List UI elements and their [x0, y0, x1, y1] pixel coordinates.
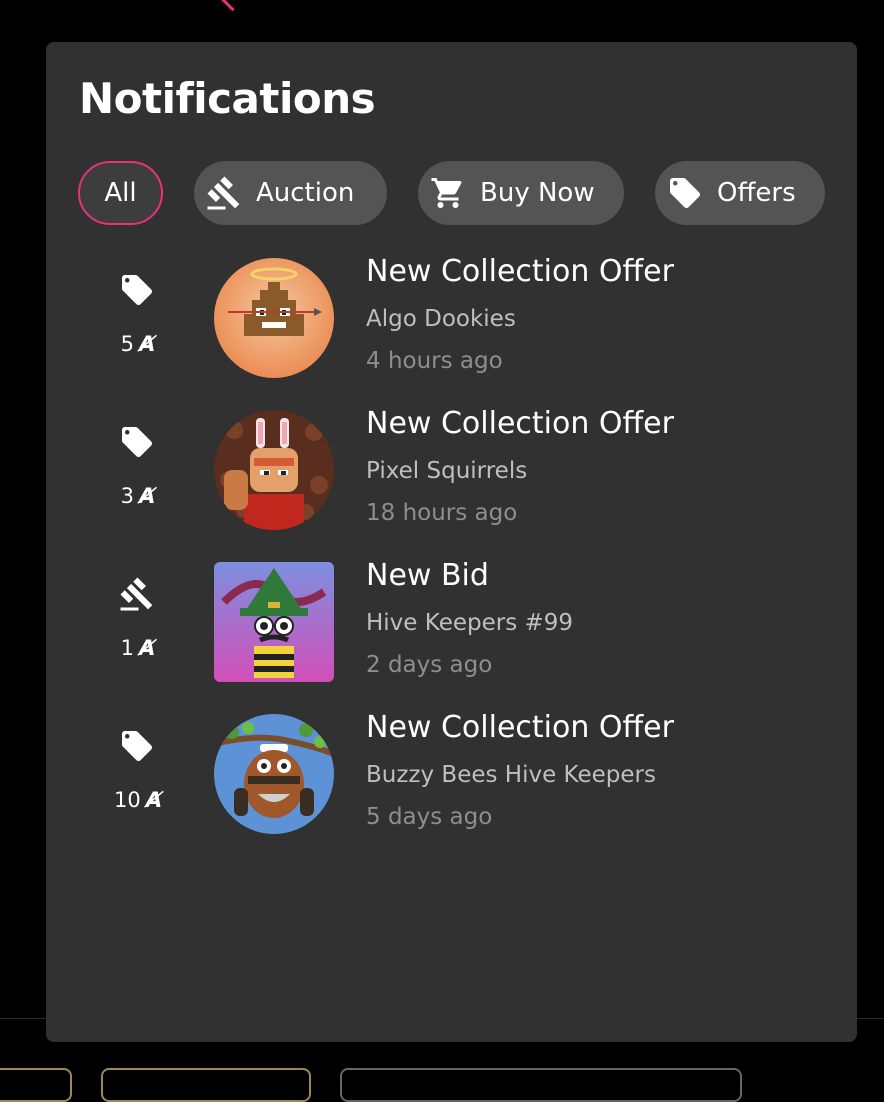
timestamp: 5 days ago — [366, 804, 493, 830]
algo-icon: Ⱥ — [145, 788, 162, 812]
amount-value: 1 — [120, 636, 135, 660]
timestamp: 18 hours ago — [366, 500, 518, 526]
background-button — [0, 1068, 72, 1102]
algo-icon: Ⱥ — [139, 636, 156, 660]
notification-title: New Bid — [366, 558, 489, 593]
filter-auction-chip[interactable]: Auction — [194, 161, 387, 225]
filter-buy-now-label: Buy Now — [480, 178, 595, 208]
cart-icon — [430, 175, 466, 211]
amount-value: 10 — [114, 788, 141, 812]
collection-name: Pixel Squirrels — [366, 458, 528, 484]
nft-thumbnail[interactable] — [214, 410, 334, 530]
gavel-icon — [206, 175, 242, 211]
notification-title: New Collection Offer — [366, 254, 674, 289]
back-icon[interactable] — [217, 0, 248, 12]
notification-item[interactable]: 5Ⱥ New Collection Offer Algo Dookies 4 h… — [46, 254, 857, 384]
filter-all-chip[interactable]: All — [78, 161, 163, 225]
filter-offers-label: Offers — [717, 178, 796, 208]
notifications-panel: Notifications All Auction Buy Now Offers — [46, 42, 857, 1042]
offer-amount: 5Ⱥ — [94, 332, 182, 356]
nft-thumbnail[interactable] — [214, 714, 334, 834]
notification-item[interactable]: 3Ⱥ New Collection Offer Pixel Squirrels … — [46, 406, 857, 536]
nft-thumbnail[interactable] — [214, 562, 334, 682]
filter-all-label: All — [104, 178, 137, 208]
bid-amount: 1Ⱥ — [94, 636, 182, 660]
algo-icon: Ⱥ — [139, 332, 156, 356]
amount-value: 3 — [120, 484, 135, 508]
gavel-icon — [118, 576, 156, 612]
timestamp: 2 days ago — [366, 652, 493, 678]
amount-value: 5 — [120, 332, 135, 356]
tag-icon — [118, 728, 156, 764]
background-button — [101, 1068, 311, 1102]
collection-name: Algo Dookies — [366, 306, 516, 332]
collection-name: Buzzy Bees Hive Keepers — [366, 762, 656, 788]
filter-offers-chip[interactable]: Offers — [655, 161, 825, 225]
filter-buy-now-chip[interactable]: Buy Now — [418, 161, 624, 225]
tag-icon — [667, 175, 703, 211]
tag-icon — [118, 424, 156, 460]
notification-item[interactable]: 10 Ⱥ New Collection Offer Buzzy Bees Hiv… — [46, 710, 857, 840]
notification-title: New Collection Offer — [366, 406, 674, 441]
collection-name: Hive Keepers #99 — [366, 610, 574, 636]
notification-item[interactable]: 1Ⱥ New Bid Hive Keepers #99 2 days ago — [46, 558, 857, 688]
top-nav — [0, 0, 884, 20]
timestamp: 4 hours ago — [366, 348, 503, 374]
panel-title: Notifications — [79, 74, 376, 123]
notification-title: New Collection Offer — [366, 710, 674, 745]
filter-auction-label: Auction — [256, 178, 355, 208]
algo-icon: Ⱥ — [139, 484, 156, 508]
nft-thumbnail[interactable] — [214, 258, 334, 378]
offer-amount: 3Ⱥ — [94, 484, 182, 508]
tag-icon — [118, 272, 156, 308]
offer-amount: 10 Ⱥ — [94, 788, 182, 812]
background-input — [340, 1068, 742, 1102]
